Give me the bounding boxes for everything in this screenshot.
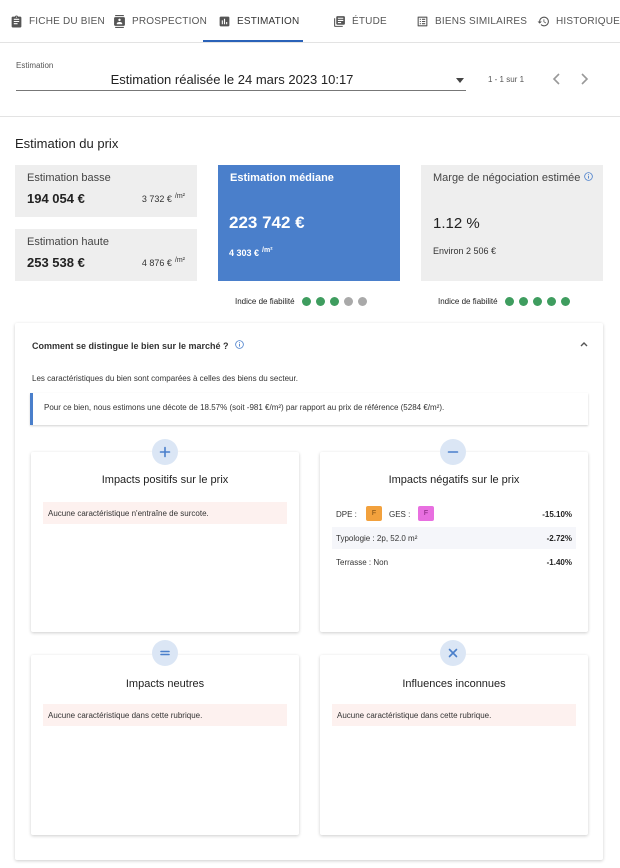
tab-biens-similaires[interactable]: Biens similaires bbox=[416, 0, 527, 42]
chevron-left-icon bbox=[552, 73, 560, 85]
tab-label: Estimation bbox=[237, 15, 300, 27]
market-panel-title: Comment se distingue le bien sur le marc… bbox=[32, 340, 244, 351]
positive-impacts-title: Impacts positifs sur le prix bbox=[101, 474, 229, 486]
median-estimate-title: Estimation médiane bbox=[230, 172, 334, 184]
median-estimate-card: Estimation médiane 223 742 € 4 303 €/m² bbox=[218, 165, 400, 281]
market-panel-description: Les caractéristiques du bien sont compar… bbox=[32, 374, 298, 383]
clipboard-icon bbox=[11, 15, 22, 27]
newspaper-icon bbox=[334, 15, 345, 27]
reliability-dot-filled bbox=[546, 297, 556, 306]
terrace-impact-row: Terrasse : Non -1.40% bbox=[332, 551, 576, 573]
energy-impact-value: -15.10% bbox=[542, 510, 572, 519]
unknown-influences-empty: Aucune caractéristique dans cette rubriq… bbox=[332, 704, 576, 726]
reliability-dot-empty bbox=[357, 297, 367, 306]
high-estimate-card: Estimation haute 253 538 € 4 876 €/m² bbox=[15, 229, 197, 281]
reliability-label: Indice de fiabilité bbox=[235, 297, 295, 306]
tab-bar: Fiche du bien Prospection Estimation Étu… bbox=[0, 0, 620, 43]
ges-badge: F bbox=[418, 506, 434, 521]
contact-card-icon bbox=[114, 14, 125, 28]
positive-impacts-card: Impacts positifs sur le prix Aucune cara… bbox=[31, 452, 299, 632]
reliability-label: Indice de fiabilité bbox=[438, 297, 498, 306]
terrace-label: Terrasse : Non bbox=[336, 558, 389, 567]
low-estimate-per-sqm: 3 732 €/m² bbox=[141, 193, 185, 204]
estimation-select[interactable]: Estimation réalisée le 24 mars 2023 10:1… bbox=[16, 69, 466, 91]
bar-chart-icon bbox=[219, 16, 230, 26]
unknown-influences-card: Influences inconnues Aucune caractéristi… bbox=[320, 655, 588, 835]
tab-historique[interactable]: Historique bbox=[537, 0, 620, 42]
negotiation-margin-amount: Environ 2 506 € bbox=[433, 246, 497, 256]
neutral-impacts-empty: Aucune caractéristique dans cette rubriq… bbox=[43, 704, 287, 726]
neutral-impacts-title: Impacts neutres bbox=[125, 678, 205, 690]
negative-impacts-card: Impacts négatifs sur le prix DPE : F GES… bbox=[320, 452, 588, 632]
low-estimate-card: Estimation basse 194 054 € 3 732 €/m² bbox=[15, 165, 197, 217]
reliability-dots bbox=[301, 297, 367, 306]
negotiation-margin-card: Marge de négociation estimée 1.12 % Envi… bbox=[421, 165, 603, 281]
dpe-badge: F bbox=[366, 506, 382, 521]
typology-impact-row: Typologie : 2p, 52.0 m² -2.72% bbox=[332, 527, 576, 549]
next-page-button[interactable] bbox=[576, 71, 592, 87]
typology-impact-value: -2.72% bbox=[546, 534, 572, 543]
minus-icon bbox=[440, 439, 466, 465]
high-estimate-price: 253 538 € bbox=[27, 255, 85, 270]
high-estimate-title: Estimation haute bbox=[27, 236, 109, 248]
reliability-dots bbox=[504, 297, 570, 306]
negative-impacts-title: Impacts négatifs sur le prix bbox=[388, 474, 520, 486]
market-comparison-panel: Comment se distingue le bien sur le marc… bbox=[15, 323, 603, 860]
reliability-dot-filled bbox=[329, 297, 339, 306]
ges-label: GES : bbox=[389, 510, 411, 519]
neutral-impacts-card: Impacts neutres Aucune caractéristique d… bbox=[31, 655, 299, 835]
tab-label: Prospection bbox=[132, 15, 207, 27]
median-estimate-per-sqm: 4 303 €/m² bbox=[229, 247, 273, 258]
unknown-influences-title: Influences inconnues bbox=[402, 678, 506, 690]
collapse-panel-button[interactable] bbox=[579, 338, 589, 348]
plus-icon bbox=[152, 439, 178, 465]
section-divider bbox=[0, 116, 620, 117]
tab-label: Fiche du bien bbox=[29, 15, 105, 27]
info-icon[interactable] bbox=[584, 172, 594, 181]
terrace-impact-value: -1.40% bbox=[546, 558, 572, 567]
estimation-select-value: Estimation réalisée le 24 mars 2023 10:1… bbox=[110, 72, 354, 87]
energy-impact-row: DPE : F GES : F -15.10% bbox=[332, 503, 576, 525]
reliability-dot-filled bbox=[518, 297, 528, 306]
reliability-dot-filled bbox=[315, 297, 325, 306]
tab-estimation[interactable]: Estimation bbox=[218, 0, 299, 42]
tab-label: Étude bbox=[352, 15, 387, 27]
low-estimate-title: Estimation basse bbox=[27, 172, 111, 184]
reliability-dot-filled bbox=[560, 297, 570, 306]
chevron-right-icon bbox=[581, 73, 589, 85]
typology-label: Typologie : 2p, 52.0 m² bbox=[336, 534, 418, 543]
median-estimate-price: 223 742 € bbox=[229, 213, 305, 232]
price-section-title: Estimation du prix bbox=[15, 136, 119, 151]
discount-alert: Pour ce bien, nous estimons une décote d… bbox=[30, 393, 588, 425]
info-icon[interactable] bbox=[234, 340, 244, 349]
tab-prospection[interactable]: Prospection bbox=[113, 0, 207, 42]
negotiation-margin-title: Marge de négociation estimée bbox=[433, 172, 594, 184]
list-icon bbox=[417, 16, 428, 26]
history-icon bbox=[537, 16, 549, 26]
low-estimate-price: 194 054 € bbox=[27, 191, 85, 206]
tab-fiche-du-bien[interactable]: Fiche du bien bbox=[10, 0, 105, 42]
positive-impacts-empty: Aucune caractéristique n'entraîne de sur… bbox=[43, 502, 287, 524]
dpe-label: DPE : bbox=[336, 510, 357, 519]
reliability-index-margin: Indice de fiabilité bbox=[438, 297, 570, 306]
pager-range: 1 - 1 sur 1 bbox=[488, 75, 525, 84]
reliability-dot-filled bbox=[532, 297, 542, 306]
discount-alert-text: Pour ce bien, nous estimons une décote d… bbox=[44, 403, 445, 412]
reliability-dot-filled bbox=[301, 297, 311, 306]
chevron-up-icon bbox=[580, 342, 588, 347]
tab-etude[interactable]: Étude bbox=[333, 0, 387, 42]
close-icon bbox=[440, 640, 466, 666]
reliability-dot-empty bbox=[343, 297, 353, 306]
active-tab-indicator bbox=[203, 40, 303, 42]
tab-label: Biens similaires bbox=[435, 15, 528, 27]
caret-down-icon bbox=[456, 78, 464, 83]
negotiation-margin-value: 1.12 % bbox=[433, 215, 480, 232]
reliability-dot-filled bbox=[504, 297, 514, 306]
reliability-index-median: Indice de fiabilité bbox=[235, 297, 367, 306]
equals-icon bbox=[152, 640, 178, 666]
previous-page-button[interactable] bbox=[549, 71, 565, 87]
high-estimate-per-sqm: 4 876 €/m² bbox=[141, 257, 185, 268]
tab-label: Historique bbox=[556, 15, 620, 27]
